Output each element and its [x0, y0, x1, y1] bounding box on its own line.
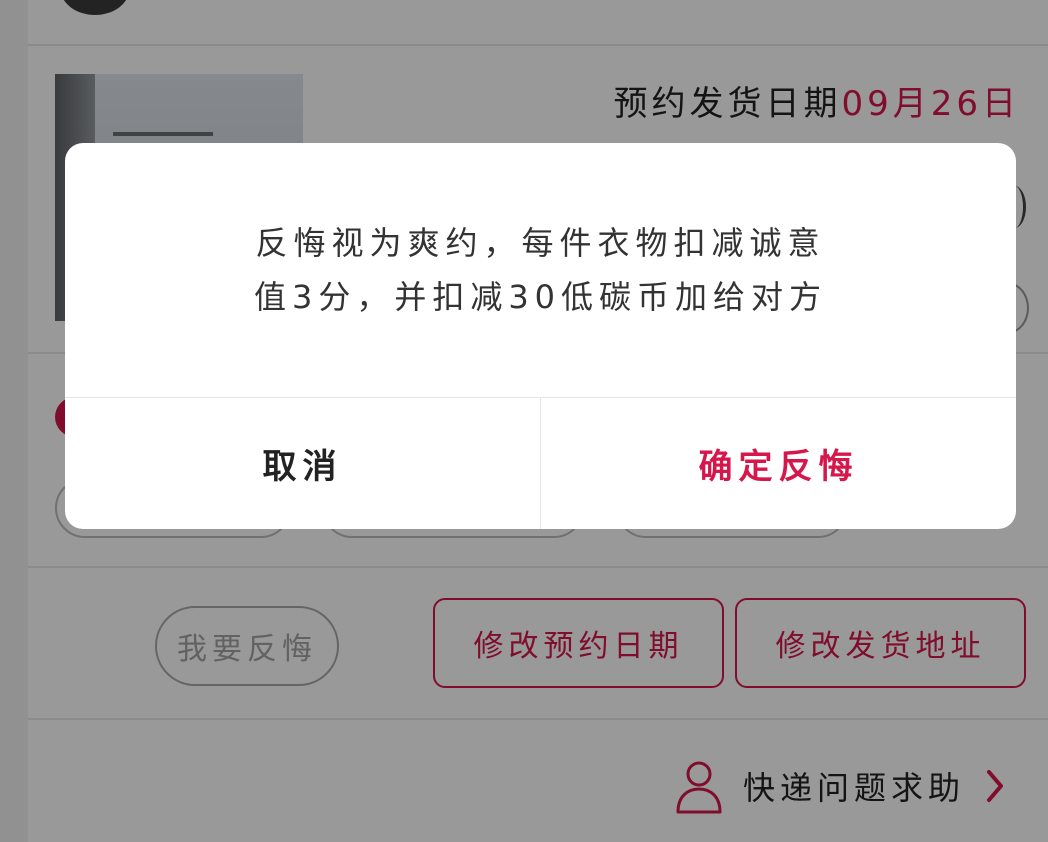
confirm-regret-button[interactable]: 确定反悔	[541, 398, 1016, 529]
cancel-button[interactable]: 取消	[65, 398, 540, 529]
dialog-message-line-2: 值3分，并扣减30低碳币加给对方	[253, 278, 828, 316]
order-page: 预约发货日期09月26日 我要反悔 修改预约日期 修改发货地址 快递问题求助 反…	[0, 0, 1048, 842]
confirm-regret-dialog: 反悔视为爽约，每件衣物扣减诚意 值3分，并扣减30低碳币加给对方 取消 确定反悔	[65, 143, 1016, 529]
dialog-message: 反悔视为爽约，每件衣物扣减诚意 值3分，并扣减30低碳币加给对方	[65, 143, 1016, 397]
dialog-message-line-1: 反悔视为爽约，每件衣物扣减诚意	[255, 224, 826, 262]
